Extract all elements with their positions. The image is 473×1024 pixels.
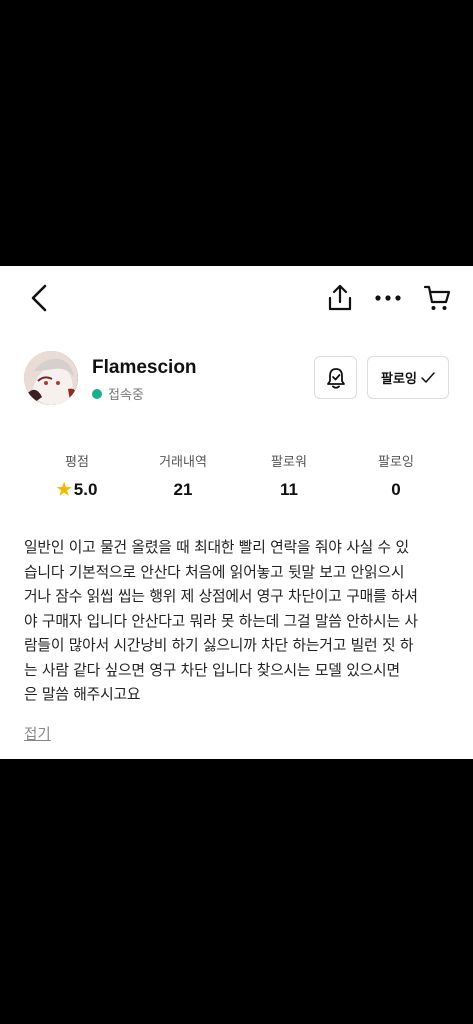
description-line: 야 구매자 입니다 안산다고 뭐라 못 하는데 그걸 말씀 안하시는 사 [24, 612, 418, 630]
notification-button[interactable] [314, 356, 357, 399]
cart-icon [423, 285, 451, 310]
share-button[interactable] [322, 280, 358, 316]
online-status-text: 접속중 [108, 388, 144, 403]
store-description: 일반인 이고 물건 올렸을 때 최대한 빨리 연락을 줘야 사실 수 있 습니다… [24, 536, 456, 708]
bell-check-icon [326, 367, 345, 389]
description-line: 는 사람 같다 싶으면 영구 차단 입니다 찾으시는 모델 있으시면 [24, 661, 400, 679]
more-horizontal-icon [375, 295, 401, 301]
stat-value: ★ 5.0 [32, 480, 122, 500]
avatar[interactable] [24, 351, 78, 405]
description-line: 람들이 많아서 시간낭비 하기 싫으니까 차단 하는거고 빌런 짓 하 [24, 637, 414, 654]
stat-label: 평점 [65, 455, 89, 470]
store-profile-panel: Flamescion 접속중 팔로잉 평점 ★ 5.0 거래내역 21 팔로워 … [0, 266, 473, 759]
avatar-illustration [24, 351, 78, 405]
stat-label: 팔로워 [271, 455, 307, 470]
description-line: 일반인 이고 물건 올렸을 때 최대한 빨리 연락을 줘야 사실 수 있 [24, 539, 409, 556]
top-bar [0, 266, 473, 328]
username: Flamescion [92, 357, 197, 378]
more-button[interactable] [370, 280, 406, 316]
star-icon: ★ [56, 480, 72, 499]
stat-value: 21 [173, 480, 193, 499]
check-icon [421, 371, 435, 383]
description-line: 거나 잠수 읽씹 씹는 행위 제 상점에서 영구 차단이고 구매를 하셔 [24, 588, 418, 605]
description-line: 습니다 기본적으로 안산다 처음에 읽어놓고 뒷말 보고 안읽으시 [24, 563, 405, 581]
back-button[interactable] [22, 280, 56, 316]
stat-value: 0 [391, 480, 401, 499]
stat-label: 거래내역 [159, 455, 207, 470]
stat-following[interactable]: 팔로잉 0 [351, 451, 441, 500]
cart-button[interactable] [418, 280, 456, 316]
following-button-label: 팔로잉 [381, 372, 417, 387]
following-button[interactable]: 팔로잉 [367, 356, 449, 399]
stat-value: 11 [280, 480, 298, 499]
description-line: 은 말씀 해주시고요 [24, 686, 141, 703]
collapse-link[interactable]: 접기 [24, 723, 51, 744]
stat-label: 팔로잉 [378, 455, 414, 470]
chevron-left-icon [31, 284, 47, 312]
share-icon [328, 284, 352, 311]
stats-row: 평점 ★ 5.0 거래내역 21 팔로워 11 팔로잉 0 [0, 451, 473, 501]
profile-row: Flamescion 접속중 팔로잉 [24, 351, 454, 407]
online-status: 접속중 [92, 384, 144, 403]
stat-transactions[interactable]: 거래내역 21 [138, 451, 228, 500]
stat-rating[interactable]: 평점 ★ 5.0 [32, 451, 122, 500]
rating-value: 5.0 [73, 480, 98, 499]
online-status-dot [92, 388, 102, 399]
stat-followers[interactable]: 팔로워 11 [244, 451, 334, 500]
